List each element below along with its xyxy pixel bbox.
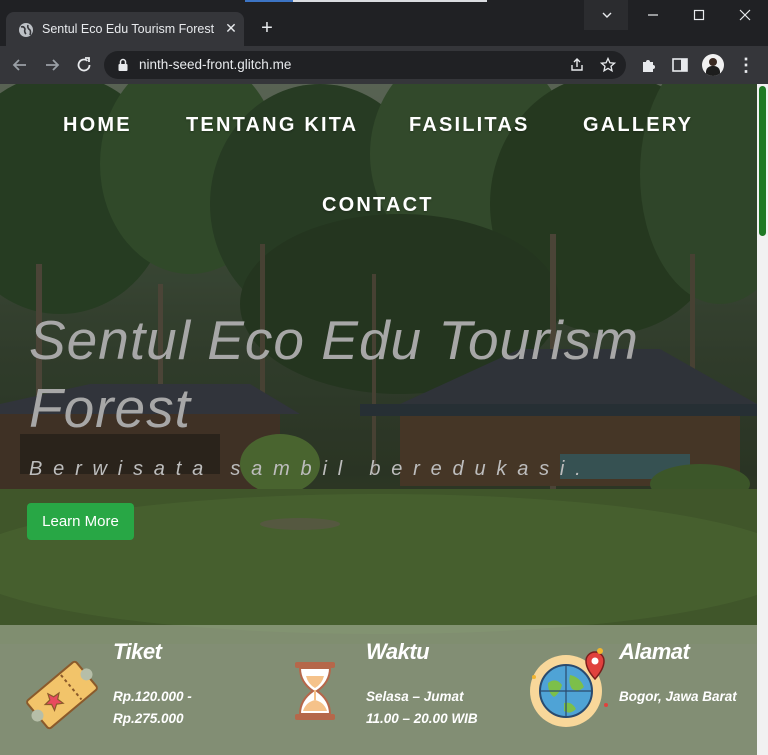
info-bar: Tiket Rp.120.000 - Rp.275.000 Waktu Sela… (0, 625, 757, 755)
address-bar[interactable]: ninth-seed-front.glitch.me (104, 51, 626, 79)
lock-icon[interactable] (117, 58, 129, 72)
url-text[interactable]: ninth-seed-front.glitch.me (139, 57, 291, 72)
time-days: Selasa – Jumat (366, 689, 464, 704)
tab-title: Sentul Eco Edu Tourism Forest (42, 22, 215, 36)
nav-home[interactable]: HOME (63, 114, 132, 137)
globe-location-icon (530, 648, 608, 727)
share-icon[interactable] (569, 57, 585, 73)
minimize-button[interactable] (630, 0, 676, 30)
side-panel-icon[interactable] (671, 56, 689, 74)
browser-toolbar: ninth-seed-front.glitch.me ⋮ (0, 46, 768, 84)
scrollbar-thumb[interactable] (759, 86, 766, 236)
extensions-puzzle-icon[interactable] (640, 56, 658, 74)
nav-tentang-kita[interactable]: TENTANG KITA (186, 114, 358, 137)
browser-tab[interactable]: Sentul Eco Edu Tourism Forest ✕ (6, 12, 244, 46)
tab-strip-accent (293, 0, 487, 2)
ticket-price-line1: Rp.120.000 - (113, 689, 192, 704)
ticket-title: Tiket (113, 639, 162, 664)
avatar-head (709, 58, 717, 66)
hero-title: Sentul Eco Edu Tourism Forest (29, 309, 640, 439)
minimize-icon (648, 14, 658, 16)
close-icon (739, 9, 751, 21)
close-window-button[interactable] (722, 0, 768, 30)
profile-avatar[interactable] (702, 54, 724, 76)
chevron-down-icon (602, 12, 612, 18)
time-hours: 11.00 – 20.00 WIB (366, 711, 478, 726)
page-viewport: HOME TENTANG KITA FASILITAS GALLERY CONT… (0, 84, 768, 755)
globe-icon (19, 23, 33, 37)
nav-fasilitas[interactable]: FASILITAS (409, 114, 530, 137)
back-arrow-icon[interactable] (9, 54, 31, 76)
browser-tab-bar: Sentul Eco Edu Tourism Forest ✕ + (0, 0, 768, 46)
new-tab-icon[interactable]: + (256, 17, 278, 39)
hero-subtitle: Berwisata sambil beredukasi. (29, 458, 592, 480)
hero-section: HOME TENTANG KITA FASILITAS GALLERY CONT… (0, 84, 757, 755)
address-text: Bogor, Jawa Barat (619, 689, 737, 704)
bookmark-star-icon[interactable] (600, 57, 616, 73)
page-scrollbar[interactable] (757, 84, 768, 755)
learn-more-button[interactable]: Learn More (27, 503, 134, 540)
reload-icon[interactable] (73, 54, 95, 76)
close-tab-icon[interactable]: ✕ (222, 19, 240, 37)
ticket-icon (26, 660, 98, 730)
browser-menu-icon[interactable]: ⋮ (737, 55, 755, 75)
address-title: Alamat (619, 639, 690, 664)
maximize-button[interactable] (676, 0, 722, 30)
ticket-price-line2: Rp.275.000 (113, 711, 184, 726)
maximize-icon (693, 9, 705, 21)
forward-arrow-icon[interactable] (41, 54, 63, 76)
nav-contact[interactable]: CONTACT (322, 194, 434, 217)
tab-search-button[interactable] (584, 0, 628, 30)
tab-strip-accent (245, 0, 293, 2)
nav-gallery[interactable]: GALLERY (583, 114, 693, 137)
hourglass-icon (295, 662, 335, 720)
avatar-body (706, 66, 720, 76)
time-title: Waktu (366, 639, 430, 664)
